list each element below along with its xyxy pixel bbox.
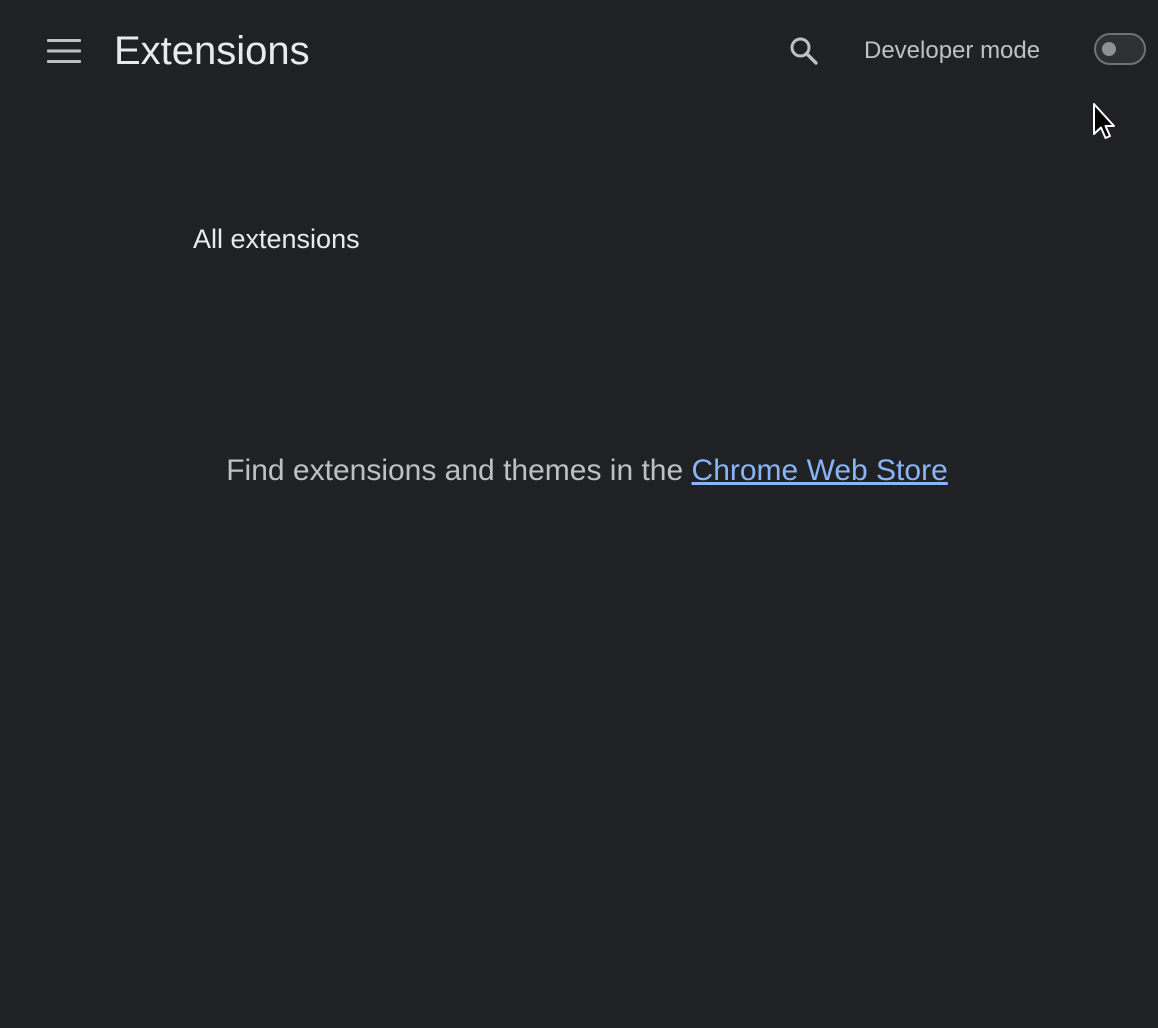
search-button[interactable] (780, 27, 828, 75)
extensions-page: { "header": { "title": "Extensions", "me… (0, 0, 1158, 1028)
developer-mode-label: Developer mode (864, 37, 1041, 64)
hamburger-menu-icon (47, 39, 81, 63)
toggle-knob (1102, 42, 1116, 56)
main-menu-button[interactable] (40, 27, 88, 75)
page-title: Extensions (114, 29, 310, 73)
developer-mode-toggle[interactable] (1094, 33, 1146, 65)
extensions-toolbar: Extensions Developer mode (0, 0, 1158, 104)
chrome-web-store-link[interactable]: Chrome Web Store (692, 454, 948, 487)
search-icon (790, 37, 818, 65)
all-extensions-header: All extensions (193, 224, 360, 254)
no-extensions-message: Find extensions and themes in the Chrome… (0, 452, 1158, 490)
empty-message-text: Find extensions and themes in the (226, 454, 684, 487)
mouse-pointer-icon (1093, 103, 1115, 139)
